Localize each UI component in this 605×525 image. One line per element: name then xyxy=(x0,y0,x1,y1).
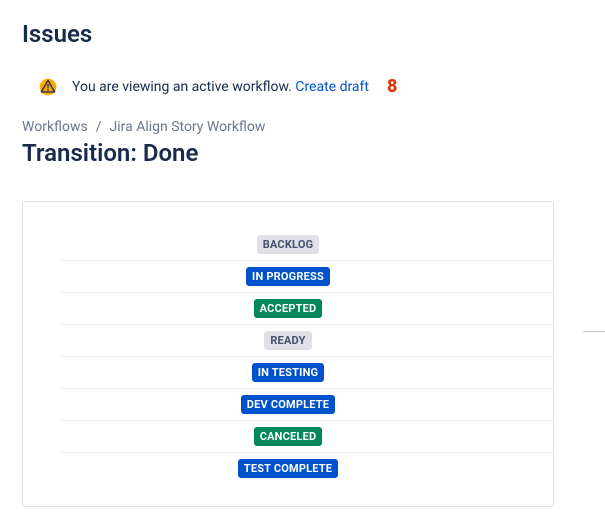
status-lozenge[interactable]: TEST COMPLETE xyxy=(238,459,338,478)
transition-title: Transition: Done xyxy=(22,139,583,167)
alert-text: You are viewing an active workflow. xyxy=(72,79,292,95)
step-number-badge: 8 xyxy=(387,76,397,97)
status-row: IN TESTING xyxy=(23,356,553,388)
connector-line xyxy=(583,331,605,332)
status-lozenge[interactable]: IN TESTING xyxy=(252,363,325,382)
workflow-alert: You are viewing an active workflow. Crea… xyxy=(22,70,583,119)
warning-icon xyxy=(38,77,58,97)
create-draft-link[interactable]: Create draft xyxy=(295,79,369,95)
status-list: BACKLOG IN PROGRESS ACCEPTED READY IN TESTIN… xyxy=(23,228,553,484)
breadcrumb: Workflows / Jira Align Story Workflow xyxy=(22,119,583,135)
breadcrumb-item-workflows[interactable]: Workflows xyxy=(22,119,88,135)
status-lozenge[interactable]: IN PROGRESS xyxy=(246,267,330,286)
status-row: READY xyxy=(23,324,553,356)
page-title: Issues xyxy=(22,20,583,48)
status-lozenge[interactable]: DEV COMPLETE xyxy=(241,395,335,414)
status-row: ACCEPTED xyxy=(23,292,553,324)
status-row: TEST COMPLETE xyxy=(23,452,553,484)
status-lozenge[interactable]: CANCELED xyxy=(254,427,323,446)
status-lozenge[interactable]: BACKLOG xyxy=(257,235,320,254)
status-row: DEV COMPLETE xyxy=(23,388,553,420)
breadcrumb-separator: / xyxy=(96,119,102,135)
status-lozenge[interactable]: ACCEPTED xyxy=(254,299,323,318)
status-row: CANCELED xyxy=(23,420,553,452)
status-panel: BACKLOG IN PROGRESS ACCEPTED READY IN TESTIN… xyxy=(22,201,554,507)
status-lozenge[interactable]: READY xyxy=(264,331,311,350)
status-row: BACKLOG xyxy=(23,228,553,260)
breadcrumb-item-workflow-name[interactable]: Jira Align Story Workflow xyxy=(110,119,266,135)
status-row: IN PROGRESS xyxy=(23,260,553,292)
